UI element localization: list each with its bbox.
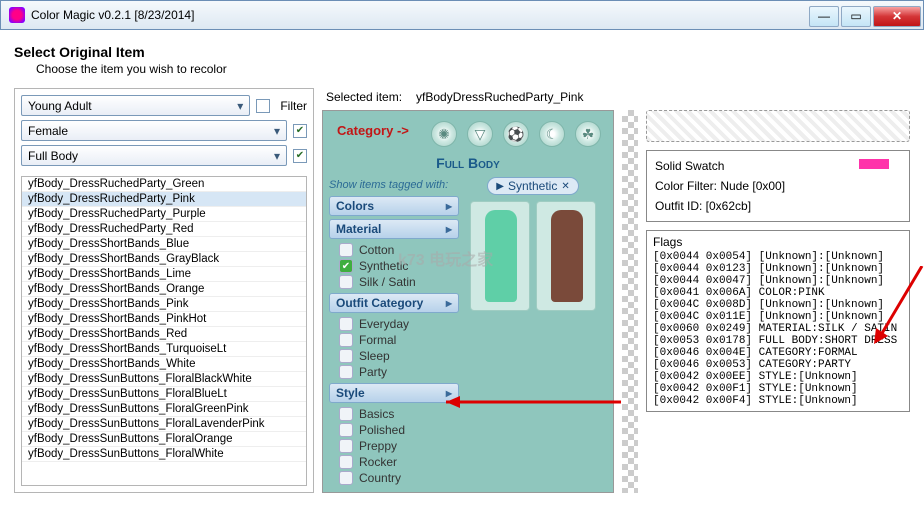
styles-option[interactable]: Rocker [329,454,459,470]
list-item[interactable]: yfBody_DressSunButtons_FloralLavenderPin… [22,417,306,432]
color-filter-value: Color Filter: Nude [0x00] [655,179,901,193]
filter-panel: Young Adult Filter Female ✔ Full Body ✔ … [14,88,314,493]
list-item[interactable]: yfBody_DressShortBands_PinkHot [22,312,306,327]
list-item[interactable]: yfBody_DressShortBands_White [22,357,306,372]
checkbox-icon: ✔ [339,259,353,273]
flag-line: [0x0042 0x00EE] STYLE:[Unknown] [653,371,903,383]
styles-option[interactable]: Preppy [329,438,459,454]
minimize-button[interactable]: — [809,6,839,27]
transparency-strip [622,110,638,493]
style-menu[interactable]: Style [329,383,459,403]
close-button[interactable]: ✕ [873,6,921,27]
flag-line: [0x0042 0x00F1] STYLE:[Unknown] [653,383,903,395]
checkbox-icon [339,455,353,469]
materials-option[interactable]: Cotton [329,242,459,258]
list-item[interactable]: yfBody_DressRuchedParty_Pink [22,192,306,207]
styles-option[interactable]: Country [329,470,459,486]
list-item[interactable]: yfBody_DressSunButtons_FloralOrange [22,432,306,447]
flag-line: [0x0046 0x004E] CATEGORY:FORMAL [653,347,903,359]
flag-line: [0x0044 0x0047] [Unknown]:[Unknown] [653,275,903,287]
flag-line: [0x0042 0x00F4] STYLE:[Unknown] [653,395,903,407]
list-item[interactable]: yfBody_DressShortBands_TurquoiseLt [22,342,306,357]
checkbox-icon [339,365,353,379]
swatch-info-panel: Solid Swatch Color Filter: Nude [0x00] O… [646,150,910,222]
list-item[interactable]: yfBody_DressShortBands_Pink [22,297,306,312]
category-icon-hat[interactable]: ✺ [431,121,457,147]
checkbox-icon [339,471,353,485]
category-icon-tie[interactable]: ▽ [467,121,493,147]
checkbox-icon [339,349,353,363]
outfit-category-menu[interactable]: Outfit Category [329,293,459,313]
category-icon-group[interactable]: ☘ [575,121,601,147]
selected-item-label: Selected item: [326,90,402,104]
item-listbox[interactable]: yfBody_DressRuchedParty_GreenyfBody_Dres… [21,176,307,486]
styles-option[interactable]: Basics [329,406,459,422]
gender-dropdown[interactable]: Female [21,120,287,141]
checkbox-icon [339,407,353,421]
filter-checkbox[interactable] [256,99,270,113]
outfit-thumb-2[interactable] [536,201,596,311]
tagged-with-label: Show items tagged with: [329,177,459,193]
materials-option[interactable]: Silk / Satin [329,274,459,290]
app-icon [9,7,25,23]
checkbox-icon [339,243,353,257]
filter-label: Filter [280,99,307,113]
outfit-id-value: Outfit ID: [0x62cb] [655,199,901,213]
outfits-option[interactable]: Party [329,364,459,380]
fullbody-heading: Full Body [329,155,607,171]
bodypart-checkbox[interactable]: ✔ [293,149,307,163]
checkbox-icon [339,333,353,347]
page-subtitle: Choose the item you wish to recolor [36,62,910,76]
titlebar: Color Magic v0.2.1 [8/23/2014] — ▭ ✕ [0,0,924,30]
flag-line: [0x0060 0x0249] MATERIAL:SILK / SATIN [653,323,903,335]
flags-title: Flags [653,235,903,249]
active-tag-pill[interactable]: ▶ Synthetic ✕ [487,177,578,195]
flag-line: [0x0053 0x0178] FULL BODY:SHORT DRESS [653,335,903,347]
list-item[interactable]: yfBody_DressShortBands_Blue [22,237,306,252]
gender-checkbox[interactable]: ✔ [293,124,307,138]
page-title: Select Original Item [14,44,910,60]
bodypart-dropdown[interactable]: Full Body [21,145,287,166]
outfits-option[interactable]: Everyday [329,316,459,332]
colors-menu[interactable]: Colors [329,196,459,216]
list-item[interactable]: yfBody_DressRuchedParty_Purple [22,207,306,222]
outfits-option[interactable]: Formal [329,332,459,348]
maximize-button[interactable]: ▭ [841,6,871,27]
checkbox-icon [339,439,353,453]
checkbox-icon [339,317,353,331]
checkbox-icon [339,423,353,437]
game-preview-panel: Category -> ✺ ▽ ⚽ ☾ ☘ Full Body Show ite… [322,110,614,493]
styles-option[interactable]: Polished [329,422,459,438]
swatch-color-chip [859,159,889,169]
list-item[interactable]: yfBody_DressSunButtons_FloralGreenPink [22,402,306,417]
swatch-dropzone[interactable] [646,110,910,142]
flag-line: [0x004C 0x011E] [Unknown]:[Unknown] [653,311,903,323]
list-item[interactable]: yfBody_DressSunButtons_FloralBlackWhite [22,372,306,387]
age-dropdown[interactable]: Young Adult [21,95,250,116]
outfits-option[interactable]: Sleep [329,348,459,364]
selected-item-value: yfBodyDressRuchedParty_Pink [416,90,583,104]
list-item[interactable]: yfBody_DressShortBands_Lime [22,267,306,282]
list-item[interactable]: yfBody_DressSunButtons_FloralBlueLt [22,387,306,402]
list-item[interactable]: yfBody_DressShortBands_GrayBlack [22,252,306,267]
list-item[interactable]: yfBody_DressRuchedParty_Red [22,222,306,237]
flag-line: [0x0044 0x0123] [Unknown]:[Unknown] [653,263,903,275]
list-item[interactable]: yfBody_DressRuchedParty_Green [22,177,306,192]
list-item[interactable]: yfBody_DressShortBands_Red [22,327,306,342]
material-menu[interactable]: Material [329,219,459,239]
category-annotation: Category -> [337,123,409,138]
outfit-thumb-1[interactable] [470,201,530,311]
flag-line: [0x0046 0x0053] CATEGORY:PARTY [653,359,903,371]
list-item[interactable]: yfBody_DressSunButtons_FloralWhite [22,447,306,462]
flag-line: [0x004C 0x008D] [Unknown]:[Unknown] [653,299,903,311]
flag-line: [0x0044 0x0054] [Unknown]:[Unknown] [653,251,903,263]
checkbox-icon [339,275,353,289]
category-icon-ball[interactable]: ⚽ [503,121,529,147]
list-item[interactable]: yfBody_DressShortBands_Orange [22,282,306,297]
window-title: Color Magic v0.2.1 [8/23/2014] [31,8,809,22]
flags-panel: Flags [0x0044 0x0054] [Unknown]:[Unknown… [646,230,910,412]
category-icon-moon[interactable]: ☾ [539,121,565,147]
flag-line: [0x0041 0x006A] COLOR:PINK [653,287,903,299]
materials-option[interactable]: ✔Synthetic [329,258,459,274]
